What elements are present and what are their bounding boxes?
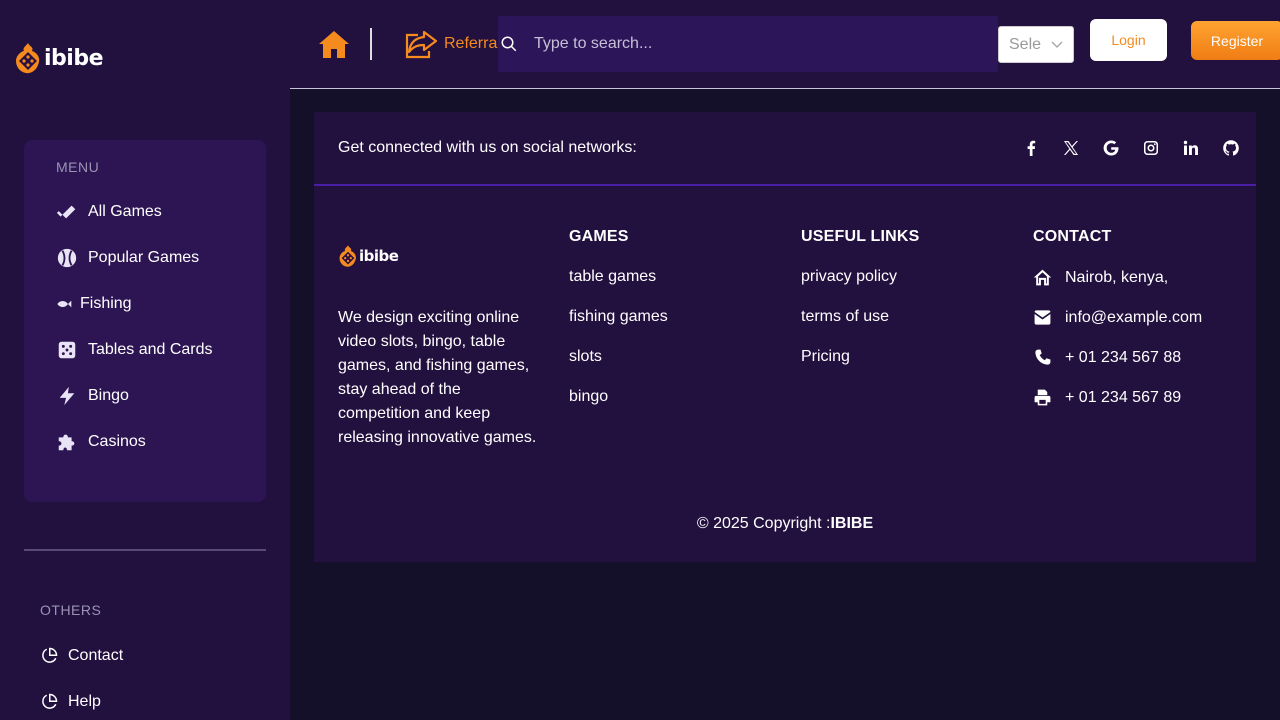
games-column: GAMES table games fishing games slots bi…	[569, 228, 668, 405]
footer-brand-logo: ibibe	[338, 244, 399, 268]
dice-logo-icon	[16, 43, 40, 74]
envelope-icon	[1034, 310, 1051, 325]
sidebar-divider	[24, 549, 266, 551]
sidebar-item-all-games[interactable]: All Games	[56, 199, 162, 225]
google-icon	[1103, 140, 1119, 156]
contact-address-text: Nairob, kenya,	[1065, 268, 1169, 286]
games-heading: GAMES	[569, 228, 629, 245]
google-link[interactable]	[1102, 139, 1120, 157]
instagram-link[interactable]	[1142, 139, 1160, 157]
dice-logo-icon	[339, 245, 356, 267]
top-header: Referral Sele Login Register	[290, 0, 1280, 89]
register-button[interactable]: Register	[1191, 21, 1280, 60]
sidebar-item-label: Popular Games	[88, 249, 200, 266]
contact-fax-text: + 01 234 567 89	[1065, 388, 1182, 406]
github-link[interactable]	[1222, 139, 1240, 157]
contact-address: Nairob, kenya,	[1033, 268, 1168, 287]
header-divider	[370, 28, 372, 60]
footer-link-terms-of-use[interactable]: terms of use	[801, 308, 889, 326]
social-icons	[1022, 139, 1240, 157]
home-icon	[1033, 269, 1052, 286]
footer-link-fishing-games[interactable]: fishing games	[569, 308, 668, 326]
printer-icon	[1034, 389, 1051, 406]
linkedin-icon	[1183, 140, 1198, 155]
contact-email-text: info@example.com	[1065, 308, 1203, 326]
footer-link-bingo[interactable]: bingo	[569, 388, 608, 406]
useful-links-heading: USEFUL LINKS	[801, 228, 920, 245]
copyright-prefix: © 2025 Copyright :	[696, 515, 831, 532]
language-select-value: Sele	[1009, 35, 1042, 53]
x-link[interactable]	[1062, 139, 1080, 157]
others-heading: OTHERS	[40, 602, 102, 618]
social-bar: Get connected with us on social networks…	[314, 112, 1256, 186]
x-icon	[1064, 141, 1078, 155]
social-text: Get connected with us on social networks…	[338, 139, 637, 156]
language-select[interactable]: Sele	[998, 26, 1074, 63]
sidebar-item-label: Help	[68, 693, 101, 710]
instagram-icon	[1144, 141, 1158, 155]
fish-icon	[57, 300, 72, 308]
phone-icon	[1035, 349, 1051, 365]
referral-label: Referral	[444, 35, 501, 52]
referral-link[interactable]: Referral	[404, 28, 501, 60]
useful-links-column: USEFUL LINKS privacy policy terms of use…	[801, 228, 920, 365]
contact-phone-text: + 01 234 567 88	[1065, 348, 1182, 366]
sidebar-item-label: Bingo	[88, 387, 129, 404]
copyright-brand: IBIBE	[830, 515, 874, 532]
baseball-icon	[57, 248, 77, 268]
search-input[interactable]	[534, 35, 954, 53]
sidebar-item-label: Casinos	[88, 433, 146, 450]
linkedin-link[interactable]	[1182, 139, 1200, 157]
home-icon	[319, 31, 349, 58]
menu-heading: MENU	[56, 159, 100, 175]
pie-chart-icon	[42, 647, 58, 663]
sidebar-item-label: All Games	[88, 203, 162, 220]
puzzle-icon	[58, 434, 75, 451]
menu-card: MENU All Games Popular Games Fishing Tab…	[24, 140, 266, 502]
brand-name: ibibe	[44, 45, 104, 71]
sidebar-item-contact[interactable]: Contact	[40, 643, 123, 669]
footer-brand-name: ibibe	[359, 247, 399, 265]
copyright: © 2025 Copyright :IBIBE	[314, 515, 1256, 533]
facebook-link[interactable]	[1022, 139, 1040, 157]
dice-icon	[58, 341, 76, 359]
footer-link-slots[interactable]: slots	[569, 348, 602, 366]
footer-link-table-games[interactable]: table games	[569, 268, 656, 286]
home-button[interactable]	[318, 28, 350, 60]
bolt-icon	[59, 386, 75, 406]
sidebar-item-fishing[interactable]: Fishing	[56, 291, 132, 317]
double-check-icon	[56, 205, 76, 219]
sidebar-item-popular-games[interactable]: Popular Games	[56, 245, 199, 271]
contact-email[interactable]: info@example.com	[1033, 308, 1202, 327]
share-icon	[405, 30, 438, 59]
about-text: We design exciting online video slots, b…	[338, 309, 537, 446]
footer: Get connected with us on social networks…	[314, 112, 1256, 562]
sidebar-item-label: Fishing	[80, 295, 132, 312]
pie-chart-icon	[42, 693, 58, 709]
search-icon	[501, 36, 517, 52]
contact-column: CONTACT Nairob, kenya, info@example.com …	[1033, 228, 1202, 406]
sidebar-item-help[interactable]: Help	[40, 689, 101, 715]
sidebar: ibibe MENU All Games Popular Games Fishi…	[0, 0, 290, 720]
sidebar-item-label: Contact	[68, 647, 124, 664]
login-button[interactable]: Login	[1090, 19, 1167, 61]
brand-logo[interactable]: ibibe	[14, 40, 104, 76]
github-icon	[1223, 140, 1239, 156]
contact-fax: + 01 234 567 89	[1033, 388, 1181, 407]
chevron-down-icon	[1051, 41, 1063, 49]
sidebar-item-label: Tables and Cards	[88, 341, 213, 358]
sidebar-item-tables-and-cards[interactable]: Tables and Cards	[56, 337, 213, 363]
contact-heading: CONTACT	[1033, 228, 1112, 245]
search-bar	[498, 16, 998, 72]
sidebar-item-casinos[interactable]: Casinos	[56, 429, 146, 455]
footer-link-privacy-policy[interactable]: privacy policy	[801, 268, 897, 286]
facebook-icon	[1027, 140, 1036, 156]
sidebar-item-bingo[interactable]: Bingo	[56, 383, 129, 409]
contact-phone[interactable]: + 01 234 567 88	[1033, 348, 1181, 367]
footer-link-pricing[interactable]: Pricing	[801, 348, 850, 366]
